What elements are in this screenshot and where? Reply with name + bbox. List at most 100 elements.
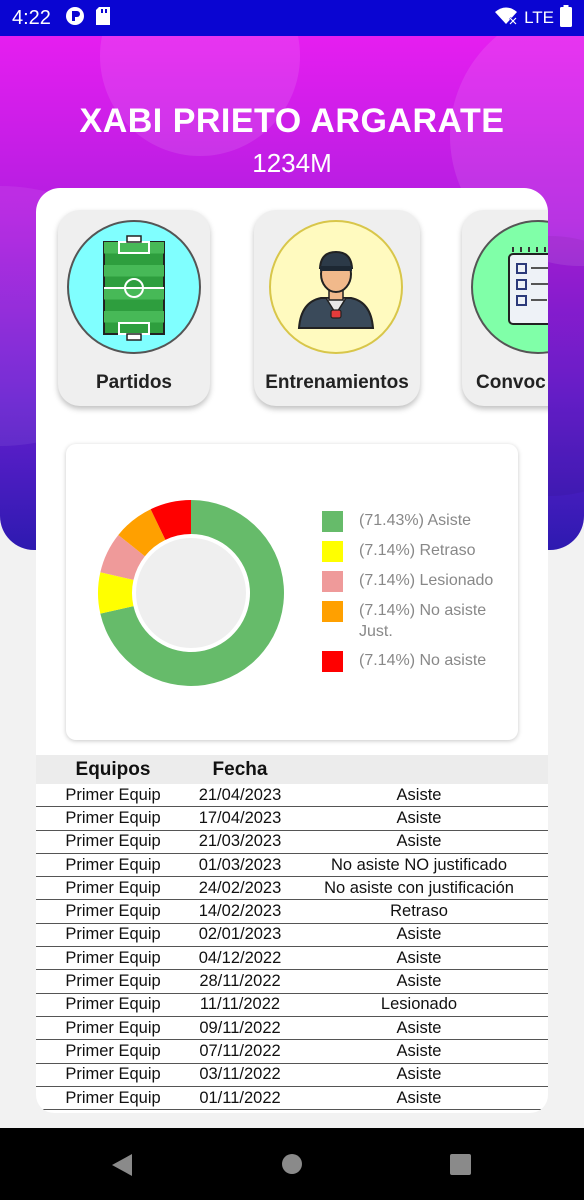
legend-swatch [322, 541, 343, 562]
cell-fecha: 01/03/2023 [198, 855, 282, 874]
cell-fecha: 02/01/2023 [198, 925, 282, 944]
chart-legend: (71.43%) Asiste (7.14%) Retraso (7.14%) Le… [322, 510, 512, 680]
cell-fecha: 21/03/2023 [198, 832, 282, 851]
menu-item-convocatorias[interactable]: Convoc [462, 210, 548, 406]
cell-fecha: 04/12/2022 [198, 948, 282, 967]
cell-equipo: Primer Equip [65, 1041, 161, 1060]
legend-item: (7.14%) No asiste [322, 650, 512, 672]
cell-equipo: Primer Equip [65, 948, 161, 967]
cell-estado: Asiste [396, 1065, 442, 1084]
cell-fecha: 09/11/2022 [199, 1018, 281, 1037]
cell-fecha: 17/04/2023 [198, 808, 282, 827]
legend-swatch [322, 601, 343, 622]
soccer-field-icon [67, 220, 201, 354]
menu-item-entrenamientos[interactable]: Entrenamientos [254, 210, 420, 406]
cell-estado: Asiste [396, 832, 442, 851]
cell-equipo: Primer Equip [65, 1088, 161, 1107]
player-name: XABI PRIETO ARGARATE [79, 102, 505, 140]
legend-item: (7.14%) No asiste Just. [322, 600, 512, 642]
header-equipos: Equipos [75, 758, 151, 780]
menu-item-label: Partidos [95, 372, 173, 393]
player-code: 1234M [252, 148, 332, 178]
cell-equipo: Primer Equip [65, 972, 161, 991]
cell-estado: Asiste [396, 972, 442, 991]
app-notification-icon [65, 6, 85, 31]
table-row[interactable]: Primer Equip 28/11/2022 Asiste [36, 970, 548, 994]
cell-fecha: 14/02/2023 [198, 902, 282, 921]
menu-item-partidos[interactable]: Partidos [58, 210, 210, 406]
table-row[interactable]: Primer Equip 24/02/2023 No asiste con just… [36, 877, 548, 901]
cell-equipo: Primer Equip [65, 1018, 161, 1037]
table-row[interactable]: Primer Equip 03/11/2022 Asiste [36, 1064, 548, 1087]
cell-estado: Asiste [396, 1041, 442, 1060]
cell-equipo: Primer Equip [65, 995, 161, 1014]
cell-estado: Lesionado [380, 995, 458, 1014]
cell-estado: Retraso [390, 902, 448, 921]
header-fecha: Fecha [212, 758, 268, 780]
checklist-icon [471, 220, 548, 354]
legend-swatch [322, 571, 343, 592]
cell-equipo: Primer Equip [65, 878, 161, 897]
legend-swatch [322, 651, 343, 672]
content-card: Partidos Entrenamientos Convoc (71.43%) … [36, 188, 548, 1113]
status-bar: 4:22 LTE [0, 0, 584, 36]
legend-label: (7.14%) No asiste Just. [359, 602, 487, 640]
legend-item: (71.43%) Asiste [322, 510, 512, 532]
wifi-icon [494, 6, 518, 31]
home-icon[interactable] [281, 1153, 303, 1180]
battery-icon [560, 4, 572, 32]
cell-estado: No asiste con justificación [324, 878, 514, 897]
table-body[interactable]: Primer Equip 21/04/2023 Asiste Primer Equip… [36, 784, 548, 1111]
table-row[interactable]: Primer Equip 07/11/2022 Asiste [36, 1040, 548, 1064]
legend-label: (7.14%) No asiste [359, 652, 487, 669]
table-row[interactable]: Primer Equip 04/12/2022 Asiste [36, 947, 548, 971]
table-row[interactable]: Primer Equip 21/04/2023 Asiste [36, 784, 548, 808]
cell-estado: Asiste [396, 1088, 442, 1107]
legend-item: (7.14%) Retraso [322, 540, 512, 562]
menu-item-label: Convoc [476, 372, 546, 393]
table-row[interactable]: Primer Equip 11/11/2022 Lesionado [36, 994, 548, 1017]
legend-label: (7.14%) Lesionado [359, 572, 494, 589]
cell-estado: Asiste [396, 925, 442, 944]
network-type: LTE [524, 8, 554, 27]
cell-fecha: 24/02/2023 [198, 878, 282, 897]
recents-icon[interactable] [450, 1154, 471, 1180]
donut-hole [136, 538, 246, 648]
table-row[interactable]: Primer Equip 17/04/2023 Asiste [36, 807, 548, 831]
cell-estado: Asiste [396, 948, 442, 967]
cell-equipo: Primer Equip [65, 808, 161, 827]
cell-fecha: 11/11/2022 [199, 995, 281, 1014]
table-header: Equipos Fecha [36, 755, 548, 784]
cell-estado: Asiste [396, 785, 442, 804]
legend-label: (71.43%) Asiste [359, 512, 472, 529]
table-row[interactable]: Primer Equip 09/11/2022 Asiste [36, 1017, 548, 1041]
cell-estado: Asiste [396, 808, 442, 827]
donut-chart [97, 500, 284, 686]
cell-equipo: Primer Equip [65, 902, 161, 921]
table-row[interactable]: Primer Equip 21/03/2023 Asiste [36, 831, 548, 854]
table-row[interactable]: Primer Equip 02/01/2023 Asiste [36, 924, 548, 948]
cell-fecha: 21/04/2023 [198, 785, 282, 804]
attendance-table: Equipos Fecha Primer Equip 21/04/2023 Asis… [36, 755, 548, 1111]
attendance-chart: (71.43%) Asiste (7.14%) Retraso (7.14%) Le… [66, 444, 518, 740]
cell-equipo: Primer Equip [65, 925, 161, 944]
section-menu[interactable]: Partidos Entrenamientos Convoc [36, 188, 548, 428]
cell-equipo: Primer Equip [65, 855, 161, 874]
legend-swatch [322, 511, 343, 532]
cell-estado: No asiste NO justificado [330, 855, 508, 874]
cell-equipo: Primer Equip [65, 1065, 161, 1084]
legend-item: (7.14%) Lesionado [322, 570, 512, 592]
legend-label: (7.14%) Retraso [359, 542, 476, 559]
cell-equipo: Primer Equip [65, 832, 161, 851]
menu-item-label: Entrenamientos [265, 372, 409, 393]
cell-estado: Asiste [396, 1018, 442, 1037]
table-row[interactable]: Primer Equip 01/11/2022 Asiste [36, 1087, 548, 1111]
navigation-bar [0, 1128, 584, 1200]
cell-fecha: 28/11/2022 [199, 972, 281, 991]
back-icon[interactable] [110, 1152, 134, 1183]
table-row[interactable]: Primer Equip 14/02/2023 Retraso [36, 900, 548, 924]
status-time: 4:22 [12, 6, 51, 29]
table-row[interactable]: Primer Equip 01/03/2023 No asiste NO justi… [36, 854, 548, 878]
cell-fecha: 03/11/2022 [199, 1065, 281, 1084]
cell-fecha: 01/11/2022 [199, 1088, 281, 1107]
